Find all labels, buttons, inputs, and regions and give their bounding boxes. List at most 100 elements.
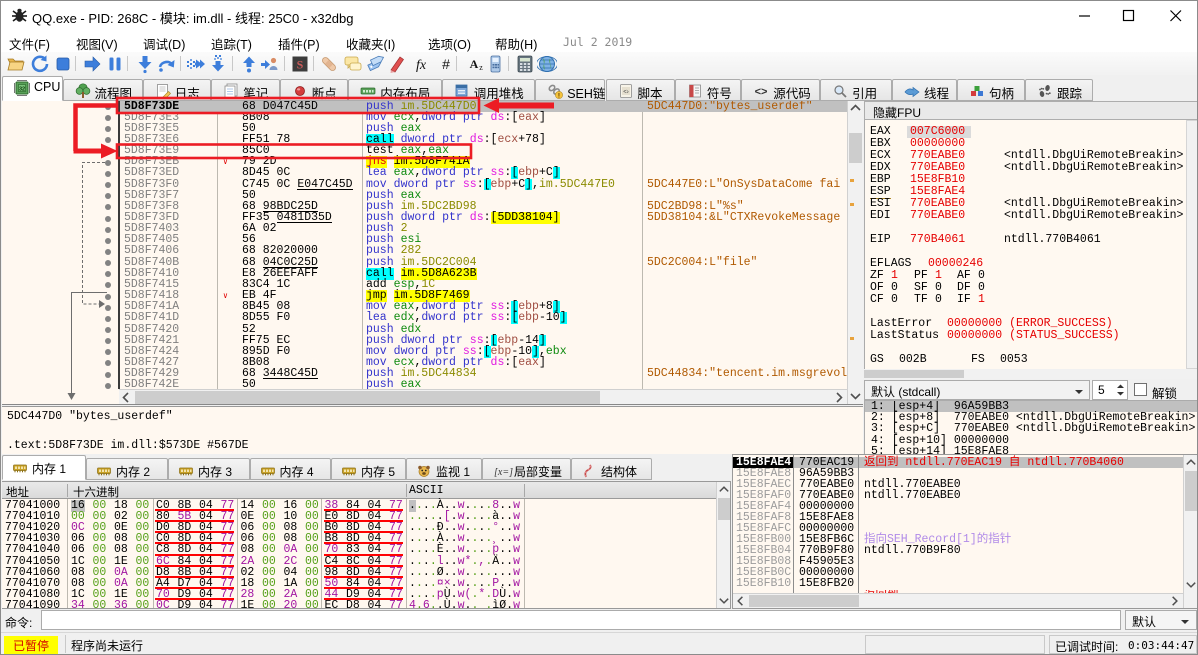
- tab-内存 1[interactable]: 内存 1: [2, 455, 86, 480]
- dump-row[interactable]: 77041010 00 00 02 00 80 5B 04 77 0E 00 10 00 E0 8D 04 77…: [2, 511, 730, 523]
- fx-functions-button[interactable]: fx: [411, 54, 431, 74]
- menu-6[interactable]: 收藏夹(I): [346, 34, 395, 53]
- scroll-thumb[interactable]: [135, 391, 600, 404]
- dump-row[interactable]: 77041040 06 00 08 00 C8 8D 04 77 08 00 0A 00 70 83 04 77…: [2, 544, 730, 556]
- memory-dump-view[interactable]: 地址 十六进制 ASCII 77041000 16 00 18 00 C0 8B 04 77 14 00 1…: [2, 481, 731, 609]
- az-strings-button[interactable]: Az: [465, 54, 485, 74]
- dump-row[interactable]: 77041060 08 00 0A 00 D8 8B 04 77 02 00 04 00 98 8D 04 77…: [2, 566, 730, 578]
- comment-button[interactable]: [343, 54, 363, 74]
- run-button[interactable]: [82, 54, 102, 74]
- dump-vscrollbar[interactable]: [716, 482, 730, 608]
- menu-7[interactable]: 选项(O): [428, 34, 471, 53]
- run-to-user-code-button[interactable]: [259, 54, 279, 74]
- stack-hscrollbar[interactable]: [733, 593, 1183, 608]
- scylla-button[interactable]: S: [290, 54, 310, 74]
- maximize-button[interactable]: [1106, 1, 1151, 30]
- menu-3[interactable]: 调试(D): [143, 34, 185, 53]
- stack-view[interactable]: 15E8FAE4 770EAC19 返回到 ntdll.770EAC19 自 ntd…: [732, 454, 1197, 609]
- registers-vscrollbar[interactable]: [1186, 120, 1197, 369]
- scroll-thumb[interactable]: [1185, 471, 1197, 511]
- highlight-button[interactable]: [387, 54, 407, 74]
- menu-4[interactable]: 追踪(T): [211, 34, 252, 53]
- scroll-down-button[interactable]: [717, 594, 730, 608]
- open-folder-button[interactable]: [6, 54, 26, 74]
- step-out-button[interactable]: [208, 54, 228, 74]
- dump-row[interactable]: 77041030 06 00 08 00 C0 8D 04 77 06 00 08 00 B8 8D 04 77…: [2, 533, 730, 545]
- dump-row[interactable]: 77041050 1C 00 1E 00 6C 84 04 77 2A 00 2C 00 C4 8C 04 77…: [2, 555, 730, 567]
- tab-监视 1[interactable]: 监视 1: [406, 458, 482, 480]
- dump-row[interactable]: 77041000 16 00 18 00 C0 8B 04 77 14 00 16 00 38 84 04 77…: [2, 500, 730, 512]
- scroll-thumb[interactable]: [849, 133, 862, 163]
- tab-脚本[interactable]: <› 脚本: [605, 79, 675, 101]
- stop-button[interactable]: [53, 54, 73, 74]
- step-into-button[interactable]: [135, 54, 155, 74]
- handles-phone-button[interactable]: [486, 54, 506, 74]
- registers-view[interactable]: EAX 007C6000 EBX 00000000 ECX 770EABE0 <ntdll.…: [864, 120, 1197, 378]
- close-button[interactable]: [1153, 1, 1197, 30]
- step-over-button[interactable]: [157, 54, 177, 74]
- menu-8[interactable]: 帮助(H): [495, 34, 537, 53]
- tab-局部变量[interactable]: [x=] 局部变量: [482, 458, 571, 480]
- menu-1[interactable]: 文件(F): [9, 34, 50, 53]
- command-combo[interactable]: 默认: [1125, 610, 1197, 630]
- scroll-up-button[interactable]: [717, 483, 730, 497]
- scroll-thumb[interactable]: [749, 595, 859, 607]
- tab-符号[interactable]: 符号: [674, 79, 742, 101]
- tab-引用[interactable]: 引用: [820, 79, 892, 101]
- tab-内存 4[interactable]: 内存 4: [249, 458, 331, 480]
- tab-跟踪[interactable]: 跟踪: [1025, 79, 1093, 101]
- tab-笔记[interactable]: 笔记: [211, 79, 280, 101]
- run-to-selection-button[interactable]: [186, 54, 206, 74]
- tab-调用堆栈[interactable]: 调用堆栈: [441, 79, 536, 101]
- dump-row[interactable]: 77041020 0C 00 0E 00 D0 8D 04 77 06 00 08 00 B0 8D 04 77…: [2, 522, 730, 534]
- tab-句柄[interactable]: 句柄: [957, 79, 1025, 101]
- tab-结构体[interactable]: 结构体: [571, 458, 652, 480]
- tab-断点[interactable]: 断点: [279, 79, 349, 101]
- tab-内存 5[interactable]: 内存 5: [331, 458, 406, 480]
- tab-内存布局[interactable]: 内存布局: [348, 79, 442, 101]
- tab-流程图[interactable]: 流程图: [62, 79, 143, 101]
- scroll-left-button[interactable]: [119, 390, 134, 404]
- pause-button[interactable]: [105, 54, 125, 74]
- dump-row[interactable]: 77041080 1C 00 1E 00 70 D9 04 77 28 00 2A 00 44 D9 04 77…: [2, 589, 730, 600]
- restart-button[interactable]: [30, 54, 50, 74]
- disasm-hscrollbar[interactable]: [119, 389, 847, 404]
- hide-fpu-button[interactable]: 隐藏FPU: [864, 101, 1197, 120]
- args-count-spinner[interactable]: 5: [1092, 380, 1128, 400]
- command-input[interactable]: [41, 610, 1121, 630]
- scroll-thumb[interactable]: [864, 370, 964, 378]
- scroll-down-button[interactable]: [1184, 578, 1197, 592]
- scroll-up-button[interactable]: [848, 101, 863, 116]
- menu-2[interactable]: 视图(V): [76, 34, 118, 53]
- calculator-button[interactable]: [515, 54, 535, 74]
- tab-CPU[interactable]: 32 CPU: [2, 76, 63, 101]
- tab-SEH链[interactable]: ! SEH链: [535, 79, 606, 101]
- tab-源代码[interactable]: <> 源代码: [741, 79, 821, 101]
- scroll-up-button[interactable]: [1184, 456, 1197, 470]
- arguments-view[interactable]: 1: [esp+4] 96A59BB3 2: [esp+8] 770EABE0 <…: [864, 400, 1197, 456]
- dump-row[interactable]: 77041090 34 00 36 00 0C D9 04 77 1E 00 20 00 EC D8 04 77…: [2, 600, 730, 608]
- tab-线程[interactable]: 线程: [892, 79, 957, 101]
- tab-日志[interactable]: 日志: [142, 79, 212, 101]
- scroll-right-button[interactable]: [1168, 594, 1182, 608]
- calling-convention-combo[interactable]: 默认 (stdcall): [864, 380, 1090, 400]
- scroll-thumb[interactable]: [718, 498, 730, 520]
- unlock-checkbox[interactable]: [1134, 383, 1147, 396]
- registers-hscrollbar[interactable]: [864, 369, 1197, 379]
- dump-row[interactable]: 77041070 08 00 0A 00 A4 D7 04 77 18 00 1A 00 50 84 04 77…: [2, 578, 730, 589]
- patches-button[interactable]: [319, 54, 339, 74]
- menu-5[interactable]: 插件(P): [278, 34, 320, 53]
- scroll-down-button[interactable]: [848, 389, 863, 404]
- disassembly-view[interactable]: 5D8F73DE 68 D047C45D push im.5DC447D0 5DC44…: [2, 101, 863, 405]
- scroll-left-button[interactable]: [734, 594, 748, 608]
- tab-内存 2[interactable]: 内存 2: [86, 458, 168, 480]
- labels-button[interactable]: [365, 54, 385, 74]
- hash-button[interactable]: #: [436, 54, 456, 74]
- stack-vscrollbar[interactable]: [1183, 455, 1197, 608]
- stack-row[interactable]: 15E8FB10 15E8FB20: [733, 578, 1197, 589]
- globe-button[interactable]: [537, 54, 557, 74]
- disasm-vscrollbar[interactable]: [847, 101, 863, 404]
- minimize-button[interactable]: [1062, 1, 1107, 30]
- tab-内存 3[interactable]: 内存 3: [168, 458, 250, 480]
- execute-till-return-button[interactable]: [239, 54, 259, 74]
